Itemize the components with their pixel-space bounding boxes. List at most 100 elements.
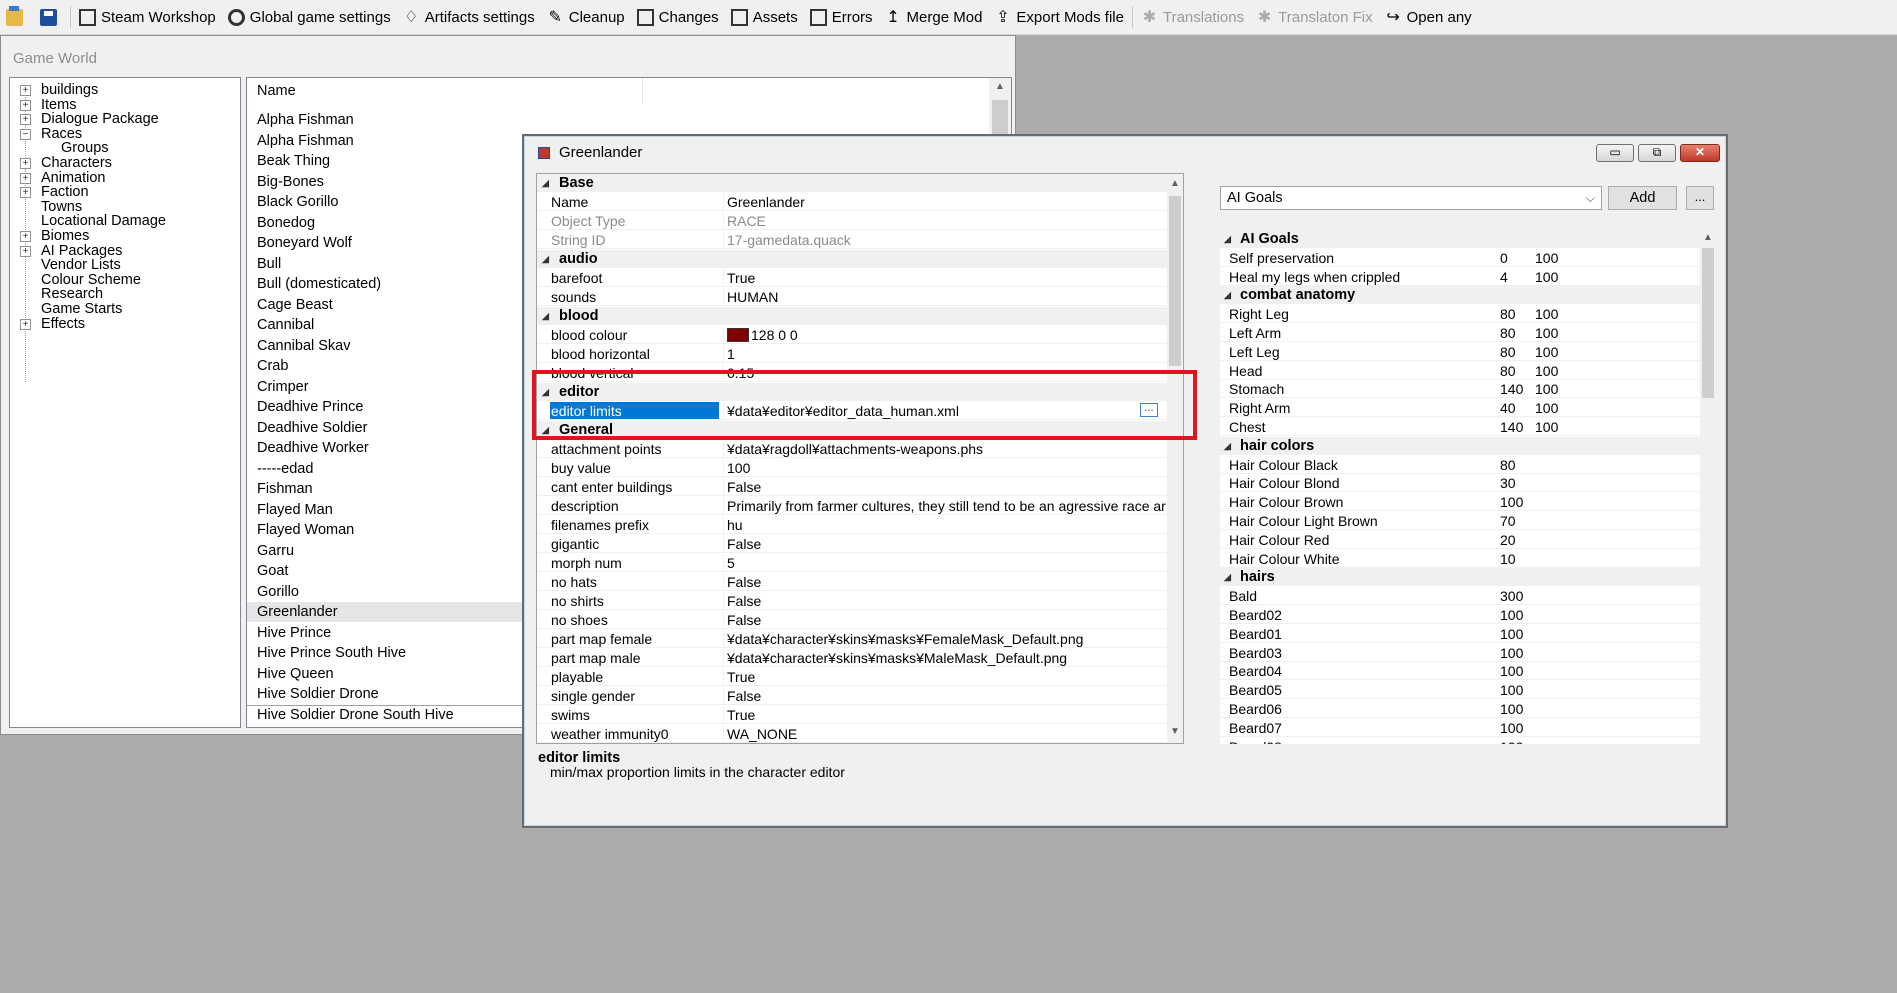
- reference-category[interactable]: ◢ hairs: [1220, 568, 1700, 587]
- list-item[interactable]: Cage Beast: [257, 295, 333, 315]
- reference-row[interactable]: Left Arm 80 100: [1220, 324, 1700, 342]
- reference-value-2[interactable]: 100: [1535, 399, 1595, 417]
- property-value[interactable]: True: [723, 269, 1171, 286]
- reference-row[interactable]: Beard07 100: [1220, 719, 1700, 737]
- property-category[interactable]: ◢ Base: [537, 174, 1167, 192]
- list-item[interactable]: Bull: [257, 254, 281, 274]
- expand-plus-icon[interactable]: +: [20, 231, 31, 242]
- property-value[interactable]: ¥data¥character¥skins¥masks¥FemaleMask_D…: [723, 630, 1171, 647]
- collapse-triangle-icon[interactable]: ◢: [1224, 568, 1231, 586]
- reference-grid[interactable]: ▲ ◢ AI Goals Self preservation 0 100 Heal my …: [1220, 230, 1716, 744]
- list-item[interactable]: -----edad: [257, 459, 313, 479]
- list-item[interactable]: Hive Prince South Hive: [257, 643, 406, 663]
- property-value[interactable]: WA_NONE: [723, 725, 1171, 742]
- list-item[interactable]: Beak Thing: [257, 151, 330, 171]
- reference-value-1[interactable]: 100: [1500, 738, 1530, 744]
- property-row[interactable]: no shoes False: [537, 611, 1167, 629]
- list-item[interactable]: Bonedog: [257, 213, 315, 233]
- property-value[interactable]: Greenlander: [723, 193, 1171, 210]
- list-item[interactable]: Goat: [257, 561, 288, 581]
- list-item[interactable]: Black Gorillo: [257, 192, 338, 212]
- collapse-minus-icon[interactable]: −: [20, 128, 31, 140]
- list-item[interactable]: Boneyard Wolf: [257, 233, 352, 253]
- list-item[interactable]: Hive Soldier Drone: [257, 684, 379, 704]
- property-row[interactable]: weather immunity0 WA_NONE: [537, 725, 1167, 743]
- reference-value-1[interactable]: 140: [1500, 418, 1530, 436]
- scroll-up-arrow-icon[interactable]: ▲: [1167, 178, 1183, 189]
- property-row[interactable]: morph num 5: [537, 554, 1167, 572]
- property-value[interactable]: True: [723, 668, 1171, 685]
- property-value[interactable]: 100: [723, 459, 1171, 476]
- scroll-up-arrow-icon[interactable]: ▲: [989, 81, 1011, 92]
- list-item[interactable]: Flayed Woman: [257, 520, 354, 540]
- property-row[interactable]: blood horizontal 1: [537, 345, 1167, 363]
- scroll-up-arrow-icon[interactable]: ▲: [1700, 232, 1716, 243]
- reference-row[interactable]: Beard03 100: [1220, 644, 1700, 662]
- expand-plus-icon[interactable]: +: [20, 114, 31, 126]
- add-reference-button[interactable]: Add: [1608, 186, 1677, 210]
- list-item[interactable]: Big-Bones: [257, 172, 324, 192]
- reference-row[interactable]: Stomach 140 100: [1220, 380, 1700, 399]
- reference-category[interactable]: ◢ AI Goals: [1220, 230, 1700, 248]
- property-value[interactable]: 5: [723, 554, 1171, 571]
- toolbar-button-13[interactable]: ↪ Open any: [1379, 3, 1478, 31]
- list-item[interactable]: Deadhive Prince: [257, 397, 363, 417]
- reference-row[interactable]: Bald 300: [1220, 587, 1700, 606]
- property-value[interactable]: 17-gamedata.quack: [723, 231, 1171, 248]
- property-row[interactable]: buy value 100: [537, 459, 1167, 477]
- property-row[interactable]: sounds HUMAN: [537, 288, 1167, 306]
- property-value[interactable]: False: [723, 478, 1171, 495]
- reference-value-1[interactable]: 70: [1500, 512, 1530, 530]
- reference-value-1[interactable]: 20: [1500, 531, 1530, 549]
- expand-plus-icon[interactable]: +: [20, 172, 31, 184]
- maximize-button[interactable]: ⧉: [1638, 144, 1676, 162]
- reference-value-1[interactable]: 80: [1500, 343, 1530, 361]
- property-value[interactable]: False: [723, 592, 1171, 609]
- property-row[interactable]: Name Greenlander: [537, 193, 1167, 211]
- more-options-button[interactable]: ...: [1686, 186, 1714, 210]
- property-row[interactable]: blood colour 128 0 0: [537, 326, 1167, 344]
- reference-row[interactable]: Beard08 100: [1220, 738, 1700, 744]
- list-item[interactable]: Garru: [257, 541, 294, 561]
- list-item[interactable]: Cannibal: [257, 315, 314, 335]
- property-value[interactable]: False: [723, 687, 1171, 704]
- property-row[interactable]: part map female ¥data¥character¥skins¥mas…: [537, 630, 1167, 648]
- property-grid[interactable]: ▲ ▼ ◢ Base Name Greenlander Object Type RACE S…: [536, 173, 1184, 744]
- reference-row[interactable]: Hair Colour White 10: [1220, 550, 1700, 568]
- toolbar-button-5[interactable]: ✎ Cleanup: [541, 3, 631, 31]
- toolbar-button-1[interactable]: [34, 3, 68, 31]
- reference-grid-scrollbar[interactable]: ▲: [1700, 230, 1716, 744]
- property-row[interactable]: editor limits ¥data¥editor¥editor_data_hu…: [537, 402, 1167, 420]
- reference-category[interactable]: ◢ hair colors: [1220, 436, 1700, 455]
- toolbar-button-7[interactable]: Assets: [725, 3, 804, 31]
- category-tree[interactable]: + buildings + Items + Dialogue Package − Races G…: [9, 77, 241, 728]
- property-value[interactable]: ¥data¥character¥skins¥masks¥MaleMask_Def…: [723, 649, 1171, 666]
- reference-value-1[interactable]: 140: [1500, 380, 1530, 398]
- reference-row[interactable]: Right Leg 80 100: [1220, 305, 1700, 324]
- reference-row[interactable]: Beard05 100: [1220, 681, 1700, 700]
- property-category[interactable]: ◢ editor: [537, 383, 1167, 401]
- collapse-triangle-icon[interactable]: ◢: [542, 174, 549, 192]
- property-row[interactable]: gigantic False: [537, 535, 1167, 553]
- property-value[interactable]: hu: [723, 516, 1171, 533]
- property-row[interactable]: single gender False: [537, 687, 1167, 705]
- reference-value-2[interactable]: 100: [1535, 268, 1595, 286]
- property-value[interactable]: 0.15: [723, 364, 1171, 381]
- reference-value-1[interactable]: 4: [1500, 268, 1530, 286]
- property-value[interactable]: HUMAN: [723, 288, 1171, 305]
- toolbar-button-6[interactable]: Changes: [631, 3, 725, 31]
- property-row[interactable]: String ID 17-gamedata.quack: [537, 231, 1167, 249]
- collapse-triangle-icon[interactable]: ◢: [542, 383, 549, 401]
- property-value[interactable]: ¥data¥editor¥editor_data_human.xml: [723, 402, 1171, 419]
- reference-row[interactable]: Right Arm 40 100: [1220, 399, 1700, 418]
- reference-value-2[interactable]: 100: [1535, 249, 1595, 267]
- reference-value-1[interactable]: 100: [1500, 625, 1530, 643]
- reference-value-1[interactable]: 100: [1500, 493, 1530, 511]
- property-category[interactable]: ◢ General: [537, 421, 1167, 439]
- property-value[interactable]: 128 0 0: [723, 326, 1171, 343]
- property-value[interactable]: RACE: [723, 212, 1171, 229]
- reference-value-1[interactable]: 80: [1500, 456, 1530, 474]
- list-item[interactable]: Flayed Man: [257, 500, 333, 520]
- expand-plus-icon[interactable]: +: [20, 318, 31, 330]
- property-value[interactable]: Primarily from farmer cultures, they sti…: [723, 497, 1171, 514]
